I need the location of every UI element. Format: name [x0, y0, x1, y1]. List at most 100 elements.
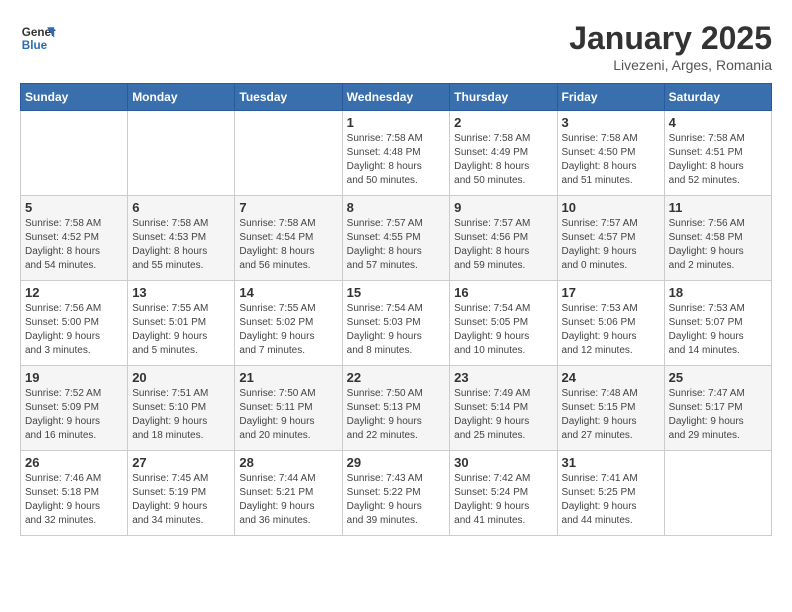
day-info: Sunrise: 7:54 AM Sunset: 5:03 PM Dayligh…	[347, 302, 446, 358]
day-info: Sunrise: 7:58 AM Sunset: 4:50 PM Dayligh…	[562, 132, 660, 188]
header: General Blue January 2025 Livezeni, Arge…	[20, 20, 772, 73]
day-cell-18: 18 Sunrise: 7:53 AM Sunset: 5:07 PM Dayli…	[664, 281, 771, 366]
day-number: 28	[239, 455, 337, 470]
day-info: Sunrise: 7:58 AM Sunset: 4:53 PM Dayligh…	[132, 217, 230, 273]
day-number: 18	[669, 285, 767, 300]
day-number: 5	[25, 200, 123, 215]
day-number: 3	[562, 115, 660, 130]
day-number: 13	[132, 285, 230, 300]
day-cell-27: 27 Sunrise: 7:45 AM Sunset: 5:19 PM Dayli…	[128, 451, 235, 536]
day-number: 10	[562, 200, 660, 215]
column-header-thursday: Thursday	[450, 84, 557, 111]
day-number: 12	[25, 285, 123, 300]
day-cell-16: 16 Sunrise: 7:54 AM Sunset: 5:05 PM Dayli…	[450, 281, 557, 366]
day-cell-25: 25 Sunrise: 7:47 AM Sunset: 5:17 PM Dayli…	[664, 366, 771, 451]
column-header-sunday: Sunday	[21, 84, 128, 111]
day-info: Sunrise: 7:50 AM Sunset: 5:13 PM Dayligh…	[347, 387, 446, 443]
day-cell-14: 14Sunrise: 7:55 AM Sunset: 5:02 PM Dayli…	[235, 281, 342, 366]
day-number: 24	[562, 370, 660, 385]
calendar-table: SundayMondayTuesdayWednesdayThursdayFrid…	[20, 83, 772, 536]
day-info: Sunrise: 7:58 AM Sunset: 4:52 PM Dayligh…	[25, 217, 123, 273]
empty-cell	[664, 451, 771, 536]
day-cell-4: 4Sunrise: 7:58 AM Sunset: 4:51 PM Daylig…	[664, 111, 771, 196]
day-number: 19	[25, 370, 123, 385]
week-row-4: 19 Sunrise: 7:52 AM Sunset: 5:09 PM Dayli…	[21, 366, 772, 451]
day-cell-2: 2 Sunrise: 7:58 AM Sunset: 4:49 PM Daylig…	[450, 111, 557, 196]
day-info: Sunrise: 7:47 AM Sunset: 5:17 PM Dayligh…	[669, 387, 767, 443]
day-number: 16	[454, 285, 552, 300]
day-info: Sunrise: 7:58 AM Sunset: 4:54 PM Dayligh…	[239, 217, 337, 273]
week-row-2: 5 Sunrise: 7:58 AM Sunset: 4:52 PM Daylig…	[21, 196, 772, 281]
day-number: 8	[347, 200, 446, 215]
day-number: 22	[347, 370, 446, 385]
day-cell-29: 29Sunrise: 7:43 AM Sunset: 5:22 PM Dayli…	[342, 451, 450, 536]
day-cell-9: 9 Sunrise: 7:57 AM Sunset: 4:56 PM Daylig…	[450, 196, 557, 281]
day-number: 29	[347, 455, 446, 470]
day-info: Sunrise: 7:55 AM Sunset: 5:01 PM Dayligh…	[132, 302, 230, 358]
day-cell-7: 7 Sunrise: 7:58 AM Sunset: 4:54 PM Daylig…	[235, 196, 342, 281]
day-info: Sunrise: 7:51 AM Sunset: 5:10 PM Dayligh…	[132, 387, 230, 443]
day-cell-30: 30 Sunrise: 7:42 AM Sunset: 5:24 PM Dayli…	[450, 451, 557, 536]
day-number: 30	[454, 455, 552, 470]
day-cell-5: 5 Sunrise: 7:58 AM Sunset: 4:52 PM Daylig…	[21, 196, 128, 281]
day-info: Sunrise: 7:57 AM Sunset: 4:56 PM Dayligh…	[454, 217, 552, 273]
day-cell-8: 8Sunrise: 7:57 AM Sunset: 4:55 PM Daylig…	[342, 196, 450, 281]
day-cell-24: 24 Sunrise: 7:48 AM Sunset: 5:15 PM Dayli…	[557, 366, 664, 451]
day-number: 27	[132, 455, 230, 470]
day-number: 17	[562, 285, 660, 300]
day-info: Sunrise: 7:53 AM Sunset: 5:06 PM Dayligh…	[562, 302, 660, 358]
day-info: Sunrise: 7:57 AM Sunset: 4:57 PM Dayligh…	[562, 217, 660, 273]
empty-cell	[235, 111, 342, 196]
day-info: Sunrise: 7:58 AM Sunset: 4:49 PM Dayligh…	[454, 132, 552, 188]
day-number: 14	[239, 285, 337, 300]
day-info: Sunrise: 7:46 AM Sunset: 5:18 PM Dayligh…	[25, 472, 123, 528]
week-row-5: 26 Sunrise: 7:46 AM Sunset: 5:18 PM Dayli…	[21, 451, 772, 536]
empty-cell	[21, 111, 128, 196]
day-number: 20	[132, 370, 230, 385]
day-cell-28: 28Sunrise: 7:44 AM Sunset: 5:21 PM Dayli…	[235, 451, 342, 536]
day-number: 6	[132, 200, 230, 215]
day-info: Sunrise: 7:42 AM Sunset: 5:24 PM Dayligh…	[454, 472, 552, 528]
day-number: 21	[239, 370, 337, 385]
day-number: 7	[239, 200, 337, 215]
column-header-saturday: Saturday	[664, 84, 771, 111]
day-info: Sunrise: 7:52 AM Sunset: 5:09 PM Dayligh…	[25, 387, 123, 443]
day-number: 4	[669, 115, 767, 130]
day-info: Sunrise: 7:56 AM Sunset: 4:58 PM Dayligh…	[669, 217, 767, 273]
day-cell-13: 13 Sunrise: 7:55 AM Sunset: 5:01 PM Dayli…	[128, 281, 235, 366]
day-info: Sunrise: 7:50 AM Sunset: 5:11 PM Dayligh…	[239, 387, 337, 443]
header-row: SundayMondayTuesdayWednesdayThursdayFrid…	[21, 84, 772, 111]
day-number: 25	[669, 370, 767, 385]
day-info: Sunrise: 7:48 AM Sunset: 5:15 PM Dayligh…	[562, 387, 660, 443]
day-cell-21: 21 Sunrise: 7:50 AM Sunset: 5:11 PM Dayli…	[235, 366, 342, 451]
day-cell-10: 10 Sunrise: 7:57 AM Sunset: 4:57 PM Dayli…	[557, 196, 664, 281]
logo: General Blue	[20, 20, 56, 56]
day-info: Sunrise: 7:54 AM Sunset: 5:05 PM Dayligh…	[454, 302, 552, 358]
subtitle: Livezeni, Arges, Romania	[569, 57, 772, 73]
day-cell-23: 23Sunrise: 7:49 AM Sunset: 5:14 PM Dayli…	[450, 366, 557, 451]
day-number: 1	[347, 115, 446, 130]
day-number: 26	[25, 455, 123, 470]
day-info: Sunrise: 7:53 AM Sunset: 5:07 PM Dayligh…	[669, 302, 767, 358]
day-cell-31: 31Sunrise: 7:41 AM Sunset: 5:25 PM Dayli…	[557, 451, 664, 536]
day-cell-11: 11 Sunrise: 7:56 AM Sunset: 4:58 PM Dayli…	[664, 196, 771, 281]
column-header-friday: Friday	[557, 84, 664, 111]
day-cell-15: 15 Sunrise: 7:54 AM Sunset: 5:03 PM Dayli…	[342, 281, 450, 366]
day-info: Sunrise: 7:49 AM Sunset: 5:14 PM Dayligh…	[454, 387, 552, 443]
column-header-wednesday: Wednesday	[342, 84, 450, 111]
day-cell-22: 22 Sunrise: 7:50 AM Sunset: 5:13 PM Dayli…	[342, 366, 450, 451]
day-cell-6: 6 Sunrise: 7:58 AM Sunset: 4:53 PM Daylig…	[128, 196, 235, 281]
day-cell-19: 19 Sunrise: 7:52 AM Sunset: 5:09 PM Dayli…	[21, 366, 128, 451]
day-cell-17: 17 Sunrise: 7:53 AM Sunset: 5:06 PM Dayli…	[557, 281, 664, 366]
day-number: 11	[669, 200, 767, 215]
empty-cell	[128, 111, 235, 196]
svg-text:Blue: Blue	[22, 39, 48, 52]
day-cell-3: 3 Sunrise: 7:58 AM Sunset: 4:50 PM Daylig…	[557, 111, 664, 196]
day-info: Sunrise: 7:45 AM Sunset: 5:19 PM Dayligh…	[132, 472, 230, 528]
day-number: 9	[454, 200, 552, 215]
column-header-tuesday: Tuesday	[235, 84, 342, 111]
day-number: 2	[454, 115, 552, 130]
day-cell-20: 20 Sunrise: 7:51 AM Sunset: 5:10 PM Dayli…	[128, 366, 235, 451]
day-info: Sunrise: 7:41 AM Sunset: 5:25 PM Dayligh…	[562, 472, 660, 528]
day-number: 15	[347, 285, 446, 300]
